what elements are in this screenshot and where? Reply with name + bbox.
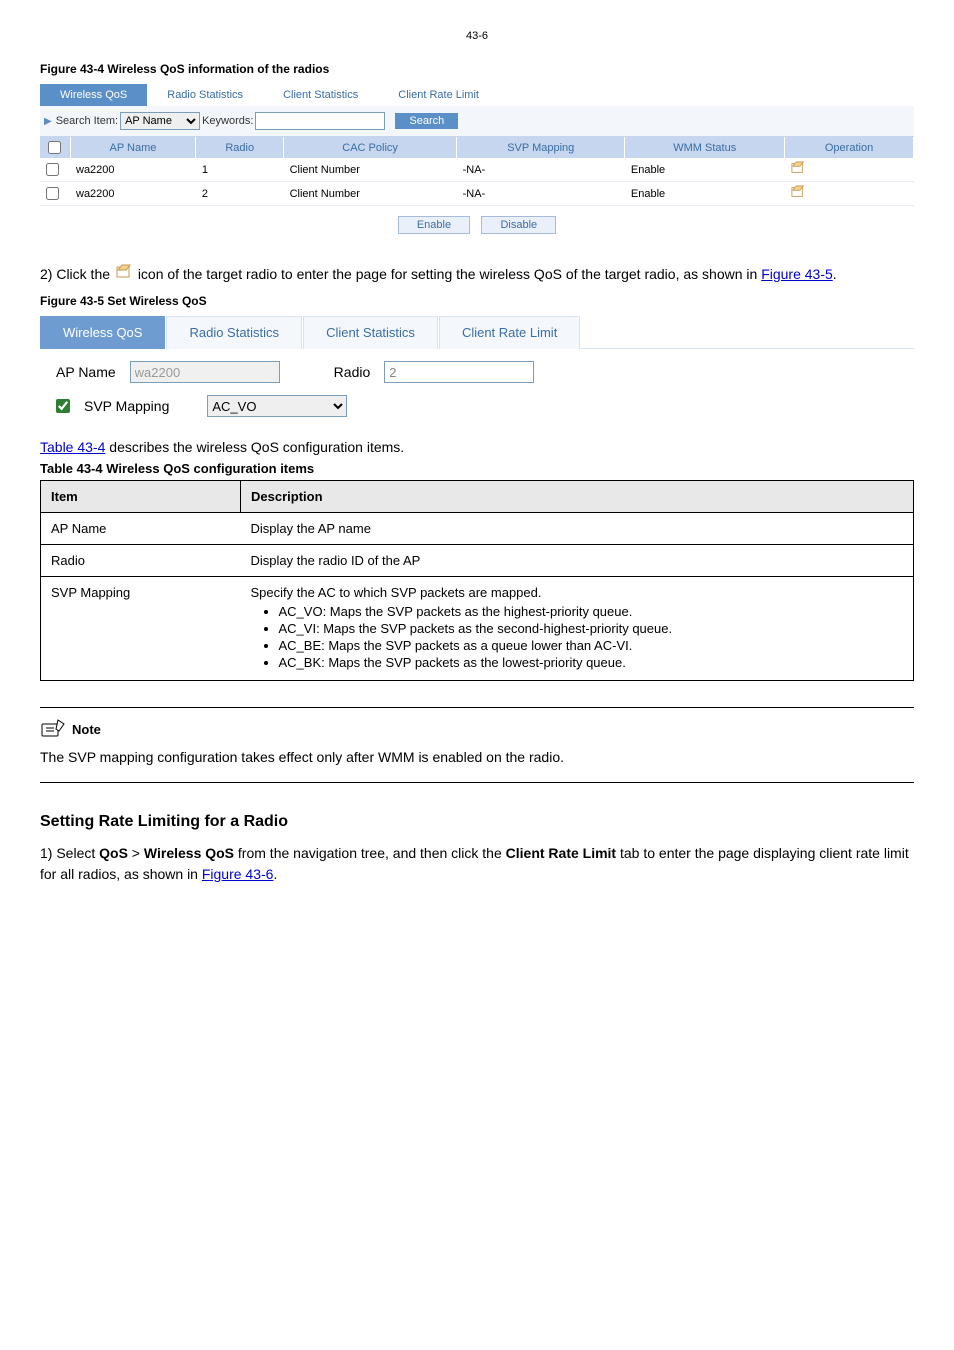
- ap-name-field: [130, 361, 280, 383]
- screenshot-set-wireless-qos: Wireless QoS Radio Statistics Client Sta…: [40, 316, 914, 429]
- tab-client-rate-limit[interactable]: Client Rate Limit: [439, 316, 580, 349]
- keywords-label: Keywords:: [202, 115, 253, 127]
- note-icon: [40, 718, 66, 741]
- keywords-input[interactable]: [255, 112, 385, 130]
- select-all-checkbox[interactable]: [48, 141, 61, 154]
- figure-link[interactable]: Figure 43-5: [761, 266, 833, 282]
- list-item: AC_VI: Maps the SVP packets as the secon…: [279, 621, 904, 636]
- tabs-bar-2: Wireless QoS Radio Statistics Client Sta…: [40, 316, 914, 349]
- step2-paragraph: 2) Click the icon of the target radio to…: [40, 264, 914, 286]
- figure2-caption: Figure 43-5 Set Wireless QoS: [40, 294, 914, 308]
- action-button-row: Enable Disable: [40, 206, 914, 244]
- tab-wireless-qos[interactable]: Wireless QoS: [40, 316, 165, 349]
- cell-item: Radio: [41, 545, 241, 577]
- th-item: Item: [41, 481, 241, 513]
- row-checkbox[interactable]: [46, 163, 59, 176]
- table-row: wa2200 1 Client Number -NA- Enable: [40, 158, 914, 182]
- cell-desc: Specify the AC to which SVP packets are …: [241, 577, 914, 681]
- cell-radio: 2: [196, 182, 284, 206]
- cell-desc: Display the radio ID of the AP: [241, 545, 914, 577]
- search-item-select[interactable]: AP Name: [120, 112, 200, 130]
- cell-desc: Display the AP name: [241, 513, 914, 545]
- cell-radio: 1: [196, 158, 284, 182]
- table-title: Table 43-4 Wireless QoS configuration it…: [40, 461, 914, 476]
- search-bar: ▶ Search Item: AP Name Keywords: Search: [40, 106, 914, 137]
- tabs-bar-1: Wireless QoS Radio Statistics Client Sta…: [40, 84, 914, 106]
- tab-radio-statistics[interactable]: Radio Statistics: [147, 84, 263, 106]
- list-item: AC_BE: Maps the SVP packets as a queue l…: [279, 638, 904, 653]
- radio-grid: AP Name Radio CAC Policy SVP Mapping WMM…: [40, 137, 914, 206]
- note-body: The SVP mapping configuration takes effe…: [40, 747, 914, 768]
- cell-item: AP Name: [41, 513, 241, 545]
- form-row-apname-radio: AP Name Radio: [40, 349, 914, 395]
- th-description: Description: [241, 481, 914, 513]
- section-heading: Setting Rate Limiting for a Radio: [40, 813, 914, 831]
- tab-wireless-qos[interactable]: Wireless QoS: [40, 84, 147, 106]
- cell-svp: -NA-: [457, 182, 625, 206]
- cell-svp: -NA-: [457, 158, 625, 182]
- note-title: Note: [72, 722, 101, 737]
- table-row: SVP Mapping Specify the AC to which SVP …: [41, 577, 914, 681]
- svp-mapping-label: SVP Mapping: [84, 398, 169, 414]
- cell-ap: wa2200: [70, 182, 196, 206]
- col-svp-mapping: SVP Mapping: [457, 137, 625, 158]
- edit-icon: [116, 264, 132, 286]
- page-number: 43-6: [40, 30, 914, 42]
- edit-icon[interactable]: [791, 161, 805, 175]
- screenshot-wireless-qos-list: Wireless QoS Radio Statistics Client Sta…: [40, 84, 914, 244]
- cell-cac: Client Number: [284, 182, 457, 206]
- enable-button[interactable]: Enable: [398, 216, 470, 234]
- search-button[interactable]: Search: [395, 113, 458, 129]
- col-operation: Operation: [785, 137, 914, 158]
- table-row: AP Name Display the AP name: [41, 513, 914, 545]
- search-item-label: Search Item:: [56, 115, 118, 127]
- form-row-svp: SVP Mapping AC_VO: [40, 395, 914, 429]
- edit-icon[interactable]: [791, 185, 805, 199]
- radio-label: Radio: [334, 364, 371, 380]
- radio-field: [384, 361, 534, 383]
- tab-client-statistics[interactable]: Client Statistics: [303, 316, 438, 349]
- cell-item: SVP Mapping: [41, 577, 241, 681]
- search-arrow-icon: ▶: [44, 116, 52, 127]
- table-row: Radio Display the radio ID of the AP: [41, 545, 914, 577]
- row-checkbox[interactable]: [46, 187, 59, 200]
- svp-mapping-select[interactable]: AC_VO: [207, 395, 347, 417]
- col-wmm-status: WMM Status: [625, 137, 785, 158]
- list-item: AC_VO: Maps the SVP packets as the highe…: [279, 604, 904, 619]
- col-radio: Radio: [196, 137, 284, 158]
- step1: 1) Select QoS > Wireless QoS from the na…: [40, 843, 914, 885]
- tab-client-rate-limit[interactable]: Client Rate Limit: [378, 84, 499, 106]
- ap-name-label: AP Name: [56, 364, 116, 380]
- table-row: wa2200 2 Client Number -NA- Enable: [40, 182, 914, 206]
- steps: 1) Select QoS > Wireless QoS from the na…: [40, 843, 914, 885]
- figure1-caption: Figure 43-4 Wireless QoS information of …: [40, 62, 914, 76]
- disable-button[interactable]: Disable: [481, 216, 556, 234]
- cell-cac: Client Number: [284, 158, 457, 182]
- cell-ap: wa2200: [70, 158, 196, 182]
- table-link[interactable]: Table 43-4: [40, 439, 105, 455]
- tab-radio-statistics[interactable]: Radio Statistics: [166, 316, 302, 349]
- cell-wmm: Enable: [625, 158, 785, 182]
- tab-client-statistics[interactable]: Client Statistics: [263, 84, 378, 106]
- cell-wmm: Enable: [625, 182, 785, 206]
- col-cac-policy: CAC Policy: [284, 137, 457, 158]
- note-box: Note The SVP mapping configuration takes…: [40, 707, 914, 783]
- config-items-table: Item Description AP Name Display the AP …: [40, 480, 914, 681]
- figure-link[interactable]: Figure 43-6: [202, 866, 274, 882]
- col-ap-name: AP Name: [70, 137, 196, 158]
- list-item: AC_BK: Maps the SVP packets as the lowes…: [279, 655, 904, 670]
- svp-mapping-checkbox[interactable]: [56, 399, 70, 413]
- table-intro: Table 43-4 describes the wireless QoS co…: [40, 439, 914, 455]
